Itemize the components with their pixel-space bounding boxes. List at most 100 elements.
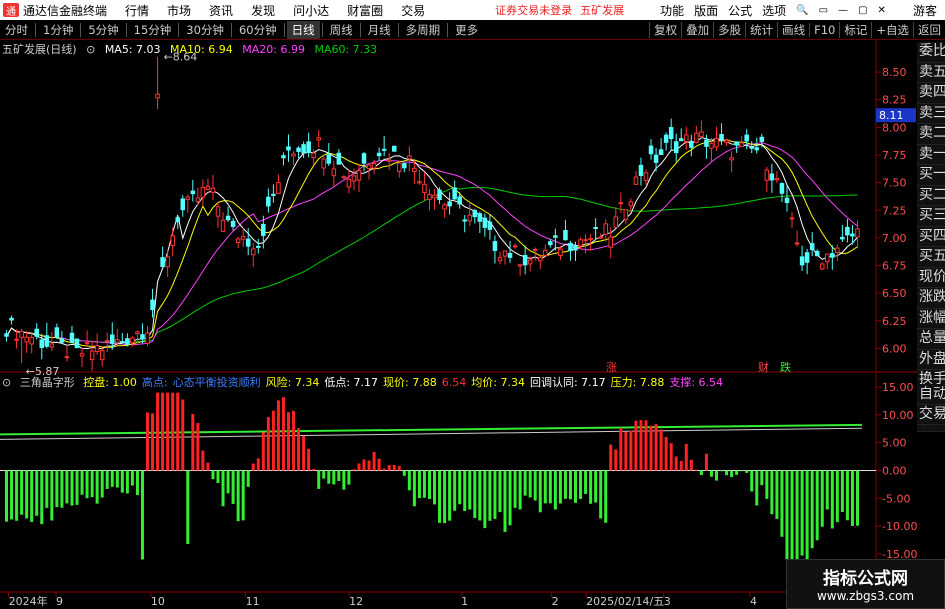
side-panel-item-10[interactable]: 买五 [917, 247, 945, 268]
period-tab-multi[interactable]: 多周期 [401, 21, 446, 39]
candle-body [568, 242, 573, 252]
candle-body [427, 193, 432, 200]
divider [397, 22, 399, 37]
guest-label[interactable]: 游客 [913, 2, 937, 19]
draw-button[interactable]: 画线 [777, 21, 809, 38]
side-panel2-item-0[interactable]: 自动 [917, 385, 945, 405]
side-panel-item-11[interactable]: 现价 [917, 267, 945, 288]
candle-body [638, 164, 644, 176]
indicator-value-0: 控盘: 1.00 [83, 376, 137, 389]
candle-body [266, 196, 271, 207]
side-panel-item-13[interactable]: 涨幅 [917, 308, 945, 329]
side-panel-item-5[interactable]: 卖一 [917, 144, 945, 165]
menu-item-function[interactable]: 功能 [660, 2, 684, 19]
side-panel-item-3[interactable]: 卖三 [917, 103, 945, 124]
candle-body [704, 139, 709, 147]
candle-body [553, 235, 558, 238]
candle-body [532, 248, 538, 251]
overlay-button[interactable]: 叠加 [681, 21, 713, 38]
period-tab-daily[interactable]: 日线 [286, 20, 320, 39]
candle-body [699, 131, 704, 137]
adjust-button[interactable]: 复权 [649, 21, 681, 38]
f10-button[interactable]: F10 [809, 22, 839, 37]
candle-body [366, 164, 372, 169]
maximize-icon[interactable]: ▢ [858, 5, 867, 16]
date-label: 9 [56, 595, 63, 608]
app-logo-icon: 通 [3, 3, 19, 18]
ma-toggle-icon[interactable]: ⊙ [86, 43, 95, 56]
layout-icon[interactable]: ▭ [819, 5, 828, 16]
side-panel-item-14[interactable]: 总量 [917, 329, 945, 350]
side-panel-item-1[interactable]: 卖五 [917, 62, 945, 83]
menu-item-layout[interactable]: 版面 [694, 2, 718, 19]
candle-body [195, 197, 201, 203]
side-panel-item-15[interactable]: 外盘 [917, 349, 945, 370]
menu-item-options[interactable]: 选项 [762, 2, 786, 19]
candle-body [34, 328, 39, 337]
candle-body [850, 233, 855, 237]
close-icon[interactable]: ✕ [878, 5, 886, 16]
candle-body [417, 181, 422, 184]
side-panel2-item-1[interactable]: 交易 [917, 405, 945, 425]
indicator-toggle-icon[interactable]: ⊙ [2, 376, 11, 389]
period-tab-time[interactable]: 分时 [0, 21, 33, 39]
candle-body [356, 170, 362, 181]
period-tab-1min[interactable]: 1分钟 [38, 21, 78, 39]
multi-stock-button[interactable]: 多股 [713, 21, 745, 38]
add-favorite-button[interactable]: +自选 [871, 21, 913, 38]
menu-item-wealth[interactable]: 财富圈 [347, 2, 383, 19]
menu-item-market[interactable]: 市场 [167, 2, 191, 19]
candle-body [603, 223, 608, 235]
period-tab-5min[interactable]: 5分钟 [83, 21, 123, 39]
candle-body [64, 356, 70, 359]
candle-body [447, 201, 452, 207]
menu-item-quotes[interactable]: 行情 [125, 2, 149, 19]
period-tab-30min[interactable]: 30分钟 [181, 21, 229, 39]
candle-body [220, 219, 226, 232]
menu-bar: 通 通达信金融终端 行情 市场 资讯 发现 问小达 财富圈 交易 证券交易未登录… [0, 0, 945, 20]
die-marker: 跌 [780, 360, 791, 374]
side-panel-item-6[interactable]: 买一 [917, 165, 945, 186]
ma20-label: MA20: 6.99 [242, 43, 305, 56]
login-warning[interactable]: 证券交易未登录 [495, 2, 572, 18]
side-panel-item-9[interactable]: 买四 [917, 226, 945, 247]
candle-body [89, 350, 95, 361]
side-panel-item-8[interactable]: 买三 [917, 206, 945, 227]
period-tab-more[interactable]: 更多 [450, 21, 483, 39]
menu-item-discover[interactable]: 发现 [251, 2, 275, 19]
candle-body [734, 141, 739, 146]
mark-button[interactable]: 标记 [839, 21, 871, 38]
period-tab-monthly[interactable]: 月线 [363, 21, 396, 39]
candle-body [729, 157, 734, 161]
period-tab-weekly[interactable]: 周线 [325, 21, 358, 39]
quote-side-panel: 委比卖五卖四卖三卖二卖一买一买二买三买四买五现价涨跌涨幅总量外盘换手净资收益 [917, 42, 945, 432]
candle-body [855, 228, 860, 238]
candle-body [658, 149, 664, 155]
search-icon[interactable]: 🔍 [796, 5, 808, 16]
minimize-icon[interactable]: — [838, 5, 848, 16]
menu-item-news[interactable]: 资讯 [209, 2, 233, 19]
indicator-name[interactable]: 三角晶字形 [20, 376, 75, 389]
candle-body [663, 134, 669, 143]
candle-body [256, 245, 261, 248]
kline-chart[interactable]: 8.50 8.25 8.00 7.75 7.50 7.25 7.00 6.75 6.50 6.25… [0, 40, 945, 609]
side-panel-item-2[interactable]: 卖四 [917, 83, 945, 104]
period-tab-15min[interactable]: 15分钟 [129, 21, 177, 39]
menu-item-trade[interactable]: 交易 [401, 2, 425, 19]
menu-item-ask[interactable]: 问小达 [293, 2, 329, 19]
date-label: 4 [750, 595, 757, 608]
candle-body [306, 141, 311, 153]
price-tick-label: 7.25 [882, 204, 907, 217]
side-panel-item-12[interactable]: 涨跌 [917, 288, 945, 309]
stats-button[interactable]: 统计 [745, 21, 777, 38]
menu-item-formula[interactable]: 公式 [728, 2, 752, 19]
candle-body [4, 333, 9, 337]
side-panel-item-4[interactable]: 卖二 [917, 124, 945, 145]
back-button[interactable]: 返回 [913, 21, 945, 38]
indicator-value-1: 高点: [141, 376, 168, 389]
candle-body [563, 229, 568, 241]
side-panel-item-0[interactable]: 委比 [917, 42, 945, 63]
period-tab-60min[interactable]: 60分钟 [234, 21, 282, 39]
candle-body [376, 152, 382, 157]
side-panel-item-7[interactable]: 买二 [917, 185, 945, 206]
